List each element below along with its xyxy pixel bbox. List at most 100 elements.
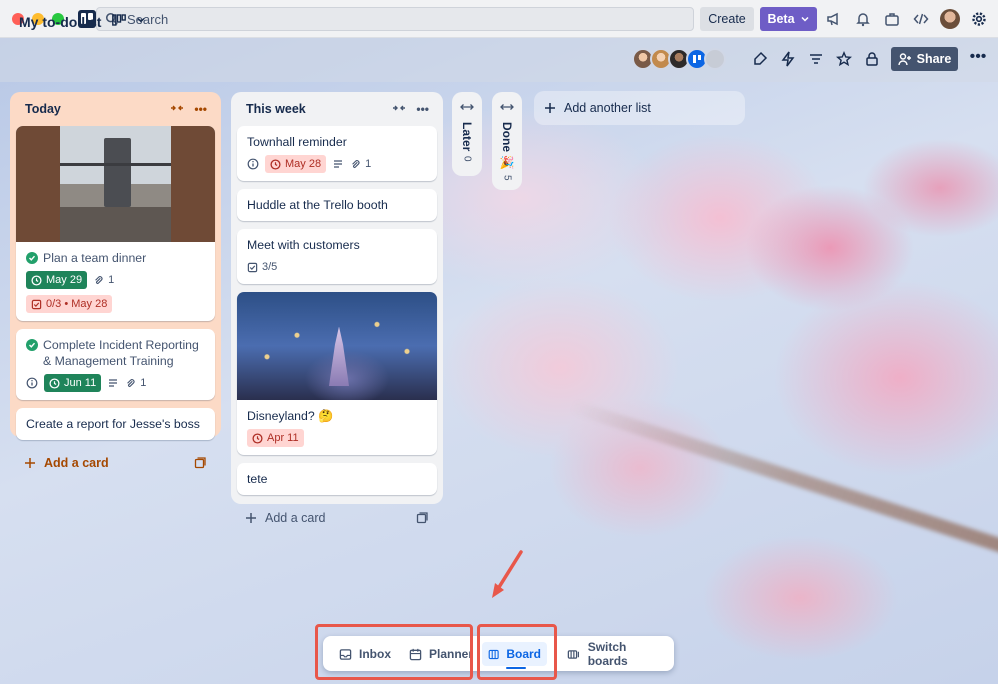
switch-boards-icon — [567, 649, 580, 659]
due-date-text: May 28 — [285, 158, 322, 170]
share-label: Share — [916, 52, 952, 66]
collapsed-list-title: Later — [460, 122, 474, 152]
due-date-badge[interactable]: May 28 — [265, 155, 327, 173]
add-card-button[interactable]: Add a card — [237, 503, 437, 533]
member-avatar[interactable] — [704, 48, 726, 70]
card-title: Disneyland? 🤔 — [247, 409, 334, 423]
more-icon[interactable]: ••• — [968, 49, 988, 69]
star-icon[interactable] — [834, 49, 854, 69]
collapsed-list-title: Done 🎉 — [500, 122, 514, 170]
card[interactable]: Complete Incident Reporting & Management… — [16, 329, 215, 400]
card[interactable]: Townhall reminder May 28 1 — [237, 126, 437, 181]
card[interactable]: Disneyland? 🤔 Apr 11 — [237, 292, 437, 455]
briefcase-icon[interactable] — [882, 9, 902, 29]
card-title: Plan a team dinner — [43, 251, 147, 265]
attachment-badge: 1 — [125, 374, 146, 392]
due-date-badge[interactable]: Jun 11 — [44, 374, 102, 392]
attachment-count: 1 — [108, 274, 115, 286]
create-button[interactable]: Create — [700, 7, 754, 31]
due-date-badge[interactable]: May 29 — [26, 271, 88, 289]
add-card-button[interactable]: Add a card — [16, 448, 215, 478]
highlight-box-board — [477, 624, 557, 680]
card-template-icon[interactable] — [416, 512, 428, 524]
code-icon[interactable] — [911, 9, 931, 29]
collapsed-list-count: 5 — [501, 174, 513, 181]
collapsed-list-count: 0 — [461, 156, 473, 162]
card-cover-image — [16, 126, 215, 242]
search-input[interactable]: Search — [96, 7, 694, 31]
complete-check-icon[interactable] — [26, 252, 38, 264]
add-another-list-button[interactable]: Add another list — [534, 91, 745, 125]
list-header: This week ••• — [237, 92, 437, 126]
collapsed-list-done[interactable]: Done 🎉 5 — [492, 92, 522, 190]
card-template-icon[interactable] — [194, 457, 206, 469]
chevron-down-icon — [137, 17, 145, 23]
due-date-text: Apr 11 — [267, 432, 299, 444]
board-view-switcher[interactable] — [112, 14, 146, 26]
list-this-week: This week ••• Townhall reminder May 28 1 — [231, 92, 443, 525]
plus-icon — [246, 513, 256, 523]
plus-icon — [25, 458, 35, 468]
share-button[interactable]: Share — [891, 47, 958, 71]
list-today: Today ••• Plan a team dinner May 29 1 0/… — [10, 92, 221, 470]
checklist-text: 3/5 — [262, 261, 278, 273]
due-date-badge[interactable]: Apr 11 — [247, 429, 304, 447]
add-person-icon — [897, 53, 911, 66]
beta-button[interactable]: Beta — [760, 7, 817, 31]
description-icon — [109, 379, 118, 387]
switch-boards-button[interactable]: Switch boards — [561, 640, 674, 668]
attachment-count: 1 — [365, 158, 372, 170]
filter-icon[interactable] — [806, 49, 826, 69]
checklist-icon — [31, 299, 42, 309]
gear-icon[interactable] — [969, 9, 989, 29]
due-date-text: Jun 11 — [64, 377, 97, 389]
board-view-icon — [112, 14, 126, 26]
card[interactable]: tete — [237, 463, 437, 495]
attachment-count: 1 — [140, 377, 147, 389]
description-info-icon — [247, 158, 259, 170]
card[interactable]: Huddle at the Trello booth — [237, 189, 437, 221]
attachment-badge: 1 — [350, 155, 371, 173]
card[interactable]: Plan a team dinner May 29 1 0/3 • May 28 — [16, 126, 215, 321]
plus-icon — [545, 103, 555, 113]
card-title: Huddle at the Trello booth — [247, 198, 388, 212]
collapsed-list-later[interactable]: Later 0 — [452, 92, 482, 176]
collapse-list-icon[interactable] — [392, 102, 406, 114]
checklist-badge: 0/3 • May 28 — [26, 295, 113, 313]
description-icon — [334, 160, 343, 168]
paperclip-icon — [127, 378, 135, 387]
board-header-icons — [750, 49, 882, 69]
list-title[interactable]: This week — [246, 102, 306, 116]
expand-list-icon[interactable] — [500, 102, 514, 112]
clock-icon — [270, 158, 281, 170]
card-title: Complete Incident Reporting & Management… — [43, 338, 199, 368]
beta-label: Beta — [767, 12, 795, 26]
annotation-arrow-icon — [492, 550, 523, 598]
avatar[interactable] — [940, 9, 960, 29]
power-up-icon[interactable] — [750, 49, 770, 69]
chevron-down-icon — [801, 16, 809, 22]
card[interactable]: Create a report for Jesse's boss — [16, 408, 215, 440]
expand-list-icon[interactable] — [460, 102, 474, 112]
collapse-list-icon[interactable] — [170, 102, 184, 114]
add-card-label: Add a card — [265, 511, 326, 525]
lock-icon[interactable] — [862, 49, 882, 69]
clock-icon — [31, 274, 42, 286]
megaphone-icon[interactable] — [824, 9, 844, 29]
list-menu-icon[interactable]: ••• — [194, 102, 207, 116]
due-date-text: May 29 — [46, 274, 83, 286]
automation-icon[interactable] — [778, 49, 798, 69]
list-menu-icon[interactable]: ••• — [416, 102, 429, 116]
card[interactable]: Meet with customers 3/5 — [237, 229, 437, 284]
list-title[interactable]: Today — [25, 102, 61, 116]
bell-icon[interactable] — [853, 9, 873, 29]
clock-icon — [49, 377, 60, 389]
complete-check-icon[interactable] — [26, 339, 38, 351]
list-header: Today ••• — [16, 92, 215, 126]
attachment-badge: 1 — [93, 271, 114, 289]
paperclip-icon — [95, 275, 103, 284]
add-card-label: Add a card — [44, 456, 109, 470]
card-title: Meet with customers — [247, 238, 360, 252]
board-title[interactable]: My to-do list — [19, 14, 101, 30]
checklist-text: 0/3 • May 28 — [46, 298, 108, 310]
